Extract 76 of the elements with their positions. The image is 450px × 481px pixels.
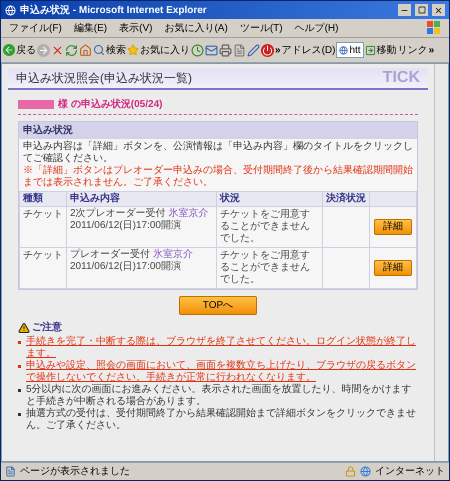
links-button[interactable]: リンク (398, 42, 428, 58)
detail-button[interactable]: 詳細 (374, 219, 412, 235)
customer-heading: 様 の申込み状況(05/24) (58, 98, 162, 112)
windows-logo-icon (427, 21, 441, 35)
maximize-button[interactable] (415, 4, 428, 16)
pen-button[interactable] (247, 44, 260, 56)
address-field[interactable]: htt (336, 42, 364, 58)
home-button[interactable] (79, 44, 92, 56)
date-text: 2011/06/12(日)17:00開演 (70, 220, 181, 231)
minimize-button[interactable] (398, 4, 411, 16)
table-cell: チケットをご用意することができませんでした。 (216, 248, 322, 288)
globe-icon (360, 466, 371, 477)
page-title: 申込み状況照会(申込み状況一覧) (16, 70, 192, 87)
browser-icon (5, 4, 16, 16)
power-button[interactable] (261, 44, 274, 56)
detail-button[interactable]: 詳細 (374, 260, 412, 276)
more-chevron[interactable]: » (275, 42, 281, 58)
menu-item[interactable]: ツール(T) (240, 20, 283, 36)
artist-link[interactable]: 氷室京介 (168, 208, 209, 220)
entry-text: プレオーダー受付 (70, 249, 150, 261)
bullet-icon (18, 341, 21, 344)
search-button[interactable]: 検索 (93, 42, 126, 58)
menu-item[interactable]: 表示(V) (119, 20, 152, 36)
notice-title: ご注意 (32, 320, 62, 335)
menu-item[interactable]: ファイル(F) (9, 20, 62, 36)
table-cell: チケットをご用意することができませんでした。 (216, 206, 322, 248)
column-header: 決済状況 (322, 192, 370, 206)
favorites-button[interactable]: お気に入り (127, 42, 190, 58)
close-icon (434, 6, 443, 14)
address-label: アドレス(D) (282, 44, 336, 58)
search-icon (93, 44, 105, 56)
instruction-text: 申込み内容は「詳細」ボタンを、公演情報は「申込み内容」欄のタイトルをクリックしてご確認ください。 (23, 141, 413, 164)
close-button[interactable] (432, 4, 445, 16)
window-title: 申込み状況 - Microsoft Internet Explorer (20, 4, 208, 18)
page-icon (339, 46, 348, 54)
mail-button[interactable] (205, 44, 218, 56)
print-button[interactable] (219, 44, 232, 56)
column-header: 種類 (20, 192, 66, 206)
bullet-icon (18, 365, 21, 368)
table-cell: チケット (20, 248, 66, 288)
refresh-button[interactable] (65, 44, 78, 56)
panel-title: 申込み状況 (19, 122, 417, 139)
artist-link[interactable]: 氷室京介 (153, 249, 193, 261)
logo-text: TICK (382, 68, 420, 88)
zone-text: インターネット (375, 465, 445, 479)
table-cell: チケット (20, 206, 66, 248)
column-header: 状況 (216, 192, 322, 206)
date-text: 2011/06/12(日)17:00開演 (70, 261, 181, 272)
bullet-icon (18, 389, 21, 392)
menu-item[interactable]: 編集(E) (74, 20, 108, 36)
history-button[interactable] (191, 44, 204, 56)
notice-text: 抽選方式の受付は、受付期間終了から結果確認開始まで詳細ボタンをクリックできません。ご了承ください。 (26, 408, 417, 432)
back-button[interactable]: 戻る (3, 42, 36, 58)
edit-button[interactable] (233, 44, 246, 56)
menu-item[interactable]: ヘルプ(H) (294, 20, 338, 36)
column-header: 申込み内容 (66, 192, 216, 206)
stop-button[interactable] (51, 44, 64, 56)
lock-icon (345, 466, 356, 477)
document-icon (5, 466, 16, 477)
maximize-icon (418, 6, 426, 14)
vertical-scrollbar[interactable] (434, 64, 448, 461)
notice-text: 申込みや設定、照会の画面において、画面を複数立ち上げたり、ブラウザの戻るボタンで操作しないでください。手続きが正常に行われなくなります。 (26, 360, 417, 384)
redacted-name-block (18, 100, 54, 109)
warning-icon (18, 322, 30, 334)
bullet-icon (18, 413, 21, 416)
forward-button[interactable] (37, 44, 50, 56)
entry-text: 2次プレオーダー受付 (70, 208, 166, 220)
links-chevron[interactable]: » (428, 42, 434, 58)
status-text: ページが表示されました (20, 464, 131, 479)
notice-text: 5分以内に次の画面にお進みください。表示された画面を放置したり、時間をかけますと手続きが中断される場合があります。 (26, 384, 413, 408)
go-button[interactable]: 移動 (364, 42, 397, 58)
top-button[interactable]: TOPへ (179, 296, 257, 315)
star-icon (127, 44, 139, 56)
note-text: ※「詳細」ボタンはプレオーダー申込みの場合、受付期間終了後から結果確認期間開始までは表示されません。ご了承ください。 (23, 165, 413, 189)
notice-text: 手続きを完了・中断する際は、ブラウザを終了させてください。ログイン状態が終了します。 (26, 336, 417, 360)
menu-item[interactable]: お気に入り(A) (164, 20, 228, 36)
